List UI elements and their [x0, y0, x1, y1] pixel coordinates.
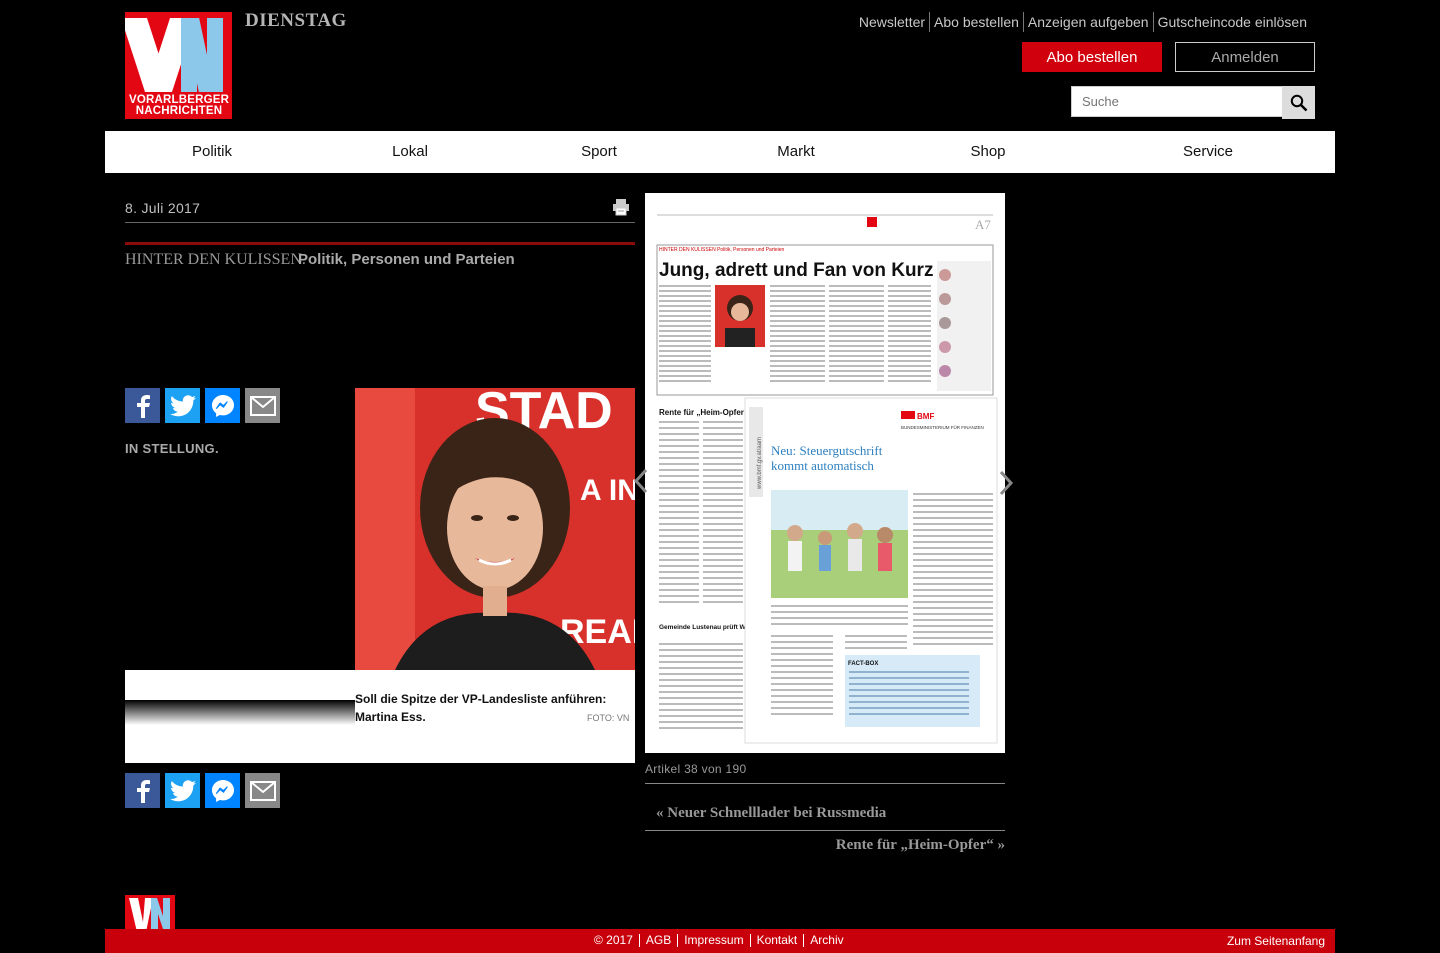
photo-credit: FOTO: VN [587, 713, 630, 723]
next-article-link[interactable]: Rente für „Heim-Opfer“ » [836, 837, 1005, 854]
prev-article-title: Neuer Schnelllader bei Russmedia [667, 805, 887, 821]
epaper-headline: Jung, adrett und Fan von Kurz [659, 260, 933, 281]
mail-icon [249, 780, 276, 801]
link-abo-bestellen[interactable]: Abo bestellen [929, 12, 1023, 32]
mail-icon [249, 395, 276, 416]
divider-red [125, 242, 635, 245]
footer-copyright: © 2017 [594, 933, 633, 947]
back-to-top-link[interactable]: Zum Seitenanfang [1227, 934, 1325, 948]
epaper-thumbnail: A7 HINTER DEN KULISSEN Politik, Personen… [645, 193, 1005, 753]
footer-links: © 2017 AGB Impressum Kontakt Archiv [588, 934, 850, 947]
photo-backdrop-text: A IN [580, 474, 635, 507]
print-button[interactable] [612, 198, 630, 216]
epaper-rente-title: Rente für „Heim-Opfer“ [659, 408, 748, 417]
prev-marker: « [656, 805, 664, 821]
nav-lokal[interactable]: Lokal [392, 131, 428, 173]
prev-article-link[interactable]: « Neuer Schnelllader bei Russmedia [656, 805, 886, 822]
messenger-share-button[interactable] [205, 773, 240, 808]
facebook-share-button[interactable] [125, 773, 160, 808]
link-gutscheincode[interactable]: Gutscheincode einlösen [1152, 12, 1311, 32]
next-article-title: Rente für „Heim-Opfer“ [835, 837, 994, 853]
footer-bar: © 2017 AGB Impressum Kontakt Archiv Zum … [105, 929, 1335, 953]
epaper-ad-brand: BMF [917, 412, 934, 421]
link-anzeigen[interactable]: Anzeigen aufgeben [1022, 12, 1153, 32]
login-button[interactable]: Anmelden [1175, 42, 1315, 72]
divider [125, 222, 635, 223]
nav-politik[interactable]: Politik [192, 131, 232, 173]
logo-shape [207, 18, 223, 92]
epaper-page[interactable]: A7 HINTER DEN KULISSEN Politik, Personen… [645, 193, 1005, 753]
link-newsletter[interactable]: Newsletter [855, 12, 929, 32]
next-marker: » [997, 837, 1006, 853]
epaper-next-arrow[interactable] [998, 470, 1014, 503]
footer-link-agb[interactable]: AGB [638, 934, 677, 947]
epaper-fact-box: FACT-BOX [848, 661, 878, 667]
epaper-ad-ministry: BUNDESMINISTERIUM FÜR FINANZEN [901, 424, 984, 430]
divider [645, 783, 1005, 784]
messenger-share-button[interactable] [205, 388, 240, 423]
messenger-icon [211, 394, 234, 417]
nav-sport[interactable]: Sport [581, 131, 617, 173]
divider [645, 830, 1005, 831]
twitter-icon [169, 394, 196, 416]
nav-shop[interactable]: Shop [970, 131, 1005, 173]
article-date: 8. Juli 2017 [125, 200, 201, 216]
epaper-page-number: A7 [975, 217, 991, 232]
search-button[interactable] [1282, 86, 1315, 119]
vn-logo[interactable]: VORARLBERGER NACHRICHTEN [125, 12, 232, 119]
portrait-image: STAD A IN READY [355, 388, 635, 670]
weekday-label: DIENSTAG [245, 10, 347, 31]
footer-link-impressum[interactable]: Impressum [677, 934, 749, 947]
facebook-icon [136, 779, 150, 803]
search-icon [1290, 94, 1307, 111]
facebook-share-button[interactable] [125, 388, 160, 423]
epaper-ad-title-1: Neu: Steuergutschrift [771, 443, 883, 458]
section-label: IN STELLUNG. [125, 441, 219, 456]
epaper-ad-title-2: kommt automatisch [771, 458, 874, 473]
nav-markt[interactable]: Markt [777, 131, 815, 173]
abo-button[interactable]: Abo bestellen [1022, 42, 1162, 72]
nav-service[interactable]: Service [1183, 131, 1233, 173]
article-kicker: HINTER DEN KULISSEN. [125, 251, 306, 268]
twitter-icon [169, 779, 196, 801]
print-icon [613, 199, 629, 216]
article-counter: Artikel 38 von 190 [645, 762, 747, 776]
chevron-left-icon [633, 468, 648, 494]
twitter-share-button[interactable] [165, 388, 200, 423]
search-input[interactable] [1071, 86, 1283, 117]
email-share-button[interactable] [245, 388, 280, 423]
twitter-share-button[interactable] [165, 773, 200, 808]
epaper-prev-arrow[interactable] [633, 468, 649, 501]
logo-text-line2: NACHRICHTEN [135, 105, 223, 117]
main-nav: Politik Lokal Sport Markt Shop Service [105, 131, 1335, 173]
facebook-icon [136, 394, 150, 418]
epaper-section: HINTER DEN KULISSEN Politik, Personen un… [659, 247, 785, 253]
top-links: Newsletter Abo bestellen Anzeigen aufgeb… [855, 12, 1311, 32]
article-subtitle: Politik, Personen und Parteien [298, 251, 515, 268]
caption-fade [125, 700, 355, 725]
footer-link-archiv[interactable]: Archiv [803, 934, 849, 947]
email-share-button[interactable] [245, 773, 280, 808]
chevron-right-icon [999, 470, 1014, 496]
article-photo[interactable]: STAD A IN READY [355, 388, 635, 670]
messenger-icon [211, 779, 234, 802]
epaper-ad-url: www.bmf.gv.at/aam [757, 437, 763, 490]
footer-link-kontakt[interactable]: Kontakt [749, 934, 804, 947]
